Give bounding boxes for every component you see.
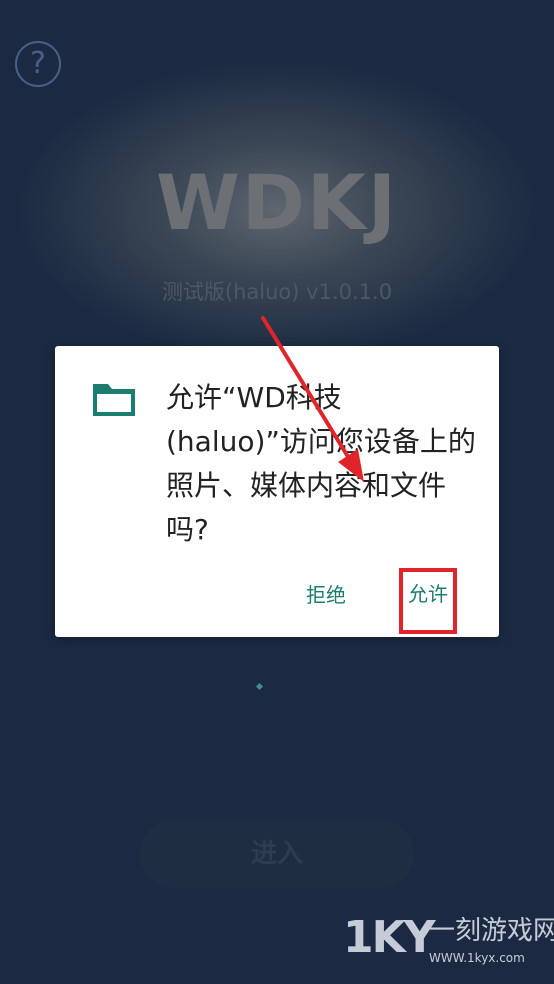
deny-button[interactable]: 拒绝 (295, 578, 357, 612)
loading-indicator (255, 682, 264, 691)
permission-dialog: 允许“WD科技(haluo)”访问您设备上的照片、媒体内容和文件吗? 拒绝 允许 (55, 346, 499, 637)
allow-button[interactable]: 允许 (399, 568, 457, 634)
version-label: 测试版(haluo) v1.0.1.0 (161, 280, 393, 304)
site-watermark: 1KY 一刻游戏网 WWW.1kyx.com (343, 910, 554, 984)
app-logo: WDKJ (155, 158, 399, 247)
watermark-url: WWW.1kyx.com (429, 951, 525, 965)
question-mark-icon: ? (30, 46, 46, 81)
splash-screen: ? WDKJ 测试版(haluo) v1.0.1.0 进入 允许“WD科技(ha… (0, 0, 554, 984)
folder-icon (93, 384, 135, 416)
watermark-logo: 1KY (343, 912, 436, 963)
help-button[interactable]: ? (15, 41, 61, 87)
watermark-name: 一刻游戏网 (429, 916, 554, 946)
permission-message: 允许“WD科技(haluo)”访问您设备上的照片、媒体内容和文件吗? (166, 381, 476, 546)
enter-button[interactable]: 进入 (140, 820, 414, 888)
